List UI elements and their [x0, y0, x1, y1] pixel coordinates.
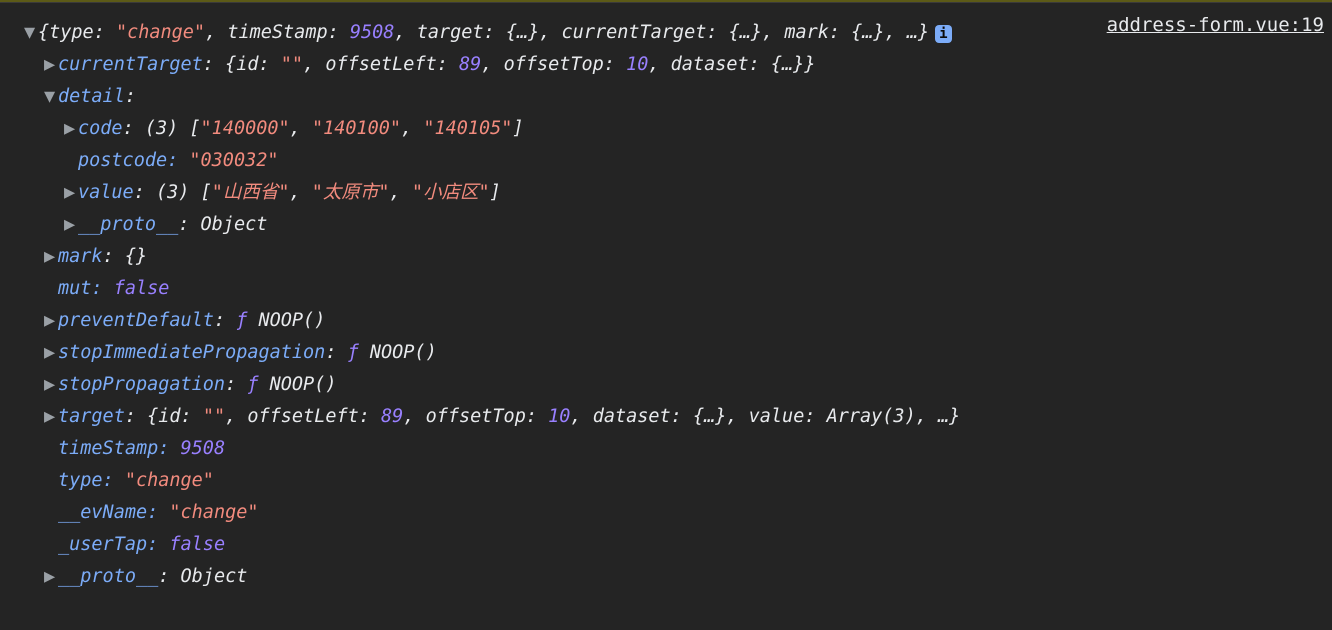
- chevron-down-icon[interactable]: ▼: [44, 81, 58, 113]
- prop-detail-code[interactable]: ▶code: (3) ["140000", "140100", "140105"…: [8, 113, 1332, 145]
- console-message-row: address-form.vue:19 ▼{type: "change", ti…: [0, 2, 1332, 593]
- prop-stopImmediatePropagation[interactable]: ▶stopImmediatePropagation: ƒ NOOP(): [8, 337, 1332, 369]
- prop-detail[interactable]: ▼detail:: [8, 81, 1332, 113]
- prop-detail-postcode: postcode: "030032": [8, 145, 1332, 177]
- chevron-right-icon[interactable]: ▶: [64, 113, 78, 145]
- prop-target[interactable]: ▶target: {id: "", offsetLeft: 89, offset…: [8, 401, 1332, 433]
- prop-detail-value[interactable]: ▶value: (3) ["山西省", "太原市", "小店区"]: [8, 177, 1332, 209]
- chevron-right-icon[interactable]: ▶: [44, 49, 58, 81]
- prop-mut: mut: false: [8, 273, 1332, 305]
- chevron-right-icon[interactable]: ▶: [44, 369, 58, 401]
- chevron-right-icon[interactable]: ▶: [64, 177, 78, 209]
- chevron-right-icon[interactable]: ▶: [44, 241, 58, 273]
- chevron-right-icon[interactable]: ▶: [44, 305, 58, 337]
- prop-evName: __evName: "change": [8, 497, 1332, 529]
- chevron-right-icon[interactable]: ▶: [44, 337, 58, 369]
- chevron-right-icon[interactable]: ▶: [64, 209, 78, 241]
- chevron-right-icon[interactable]: ▶: [44, 401, 58, 433]
- info-icon[interactable]: i: [935, 25, 951, 43]
- prop-proto[interactable]: ▶__proto__: Object: [8, 561, 1332, 593]
- prop-currentTarget[interactable]: ▶currentTarget: {id: "", offsetLeft: 89,…: [8, 49, 1332, 81]
- prop-preventDefault[interactable]: ▶preventDefault: ƒ NOOP(): [8, 305, 1332, 337]
- source-link[interactable]: address-form.vue:19: [1107, 9, 1324, 41]
- chevron-right-icon[interactable]: ▶: [44, 561, 58, 593]
- chevron-down-icon[interactable]: ▼: [24, 17, 38, 49]
- prop-type: type: "change": [8, 465, 1332, 497]
- prop-stopPropagation[interactable]: ▶stopPropagation: ƒ NOOP(): [8, 369, 1332, 401]
- prop-userTap: _userTap: false: [8, 529, 1332, 561]
- object-tree: ▼{type: "change", timeStamp: 9508, targe…: [0, 11, 1332, 593]
- prop-mark[interactable]: ▶mark: {}: [8, 241, 1332, 273]
- prop-timeStamp: timeStamp: 9508: [8, 433, 1332, 465]
- prop-detail-proto[interactable]: ▶__proto__: Object: [8, 209, 1332, 241]
